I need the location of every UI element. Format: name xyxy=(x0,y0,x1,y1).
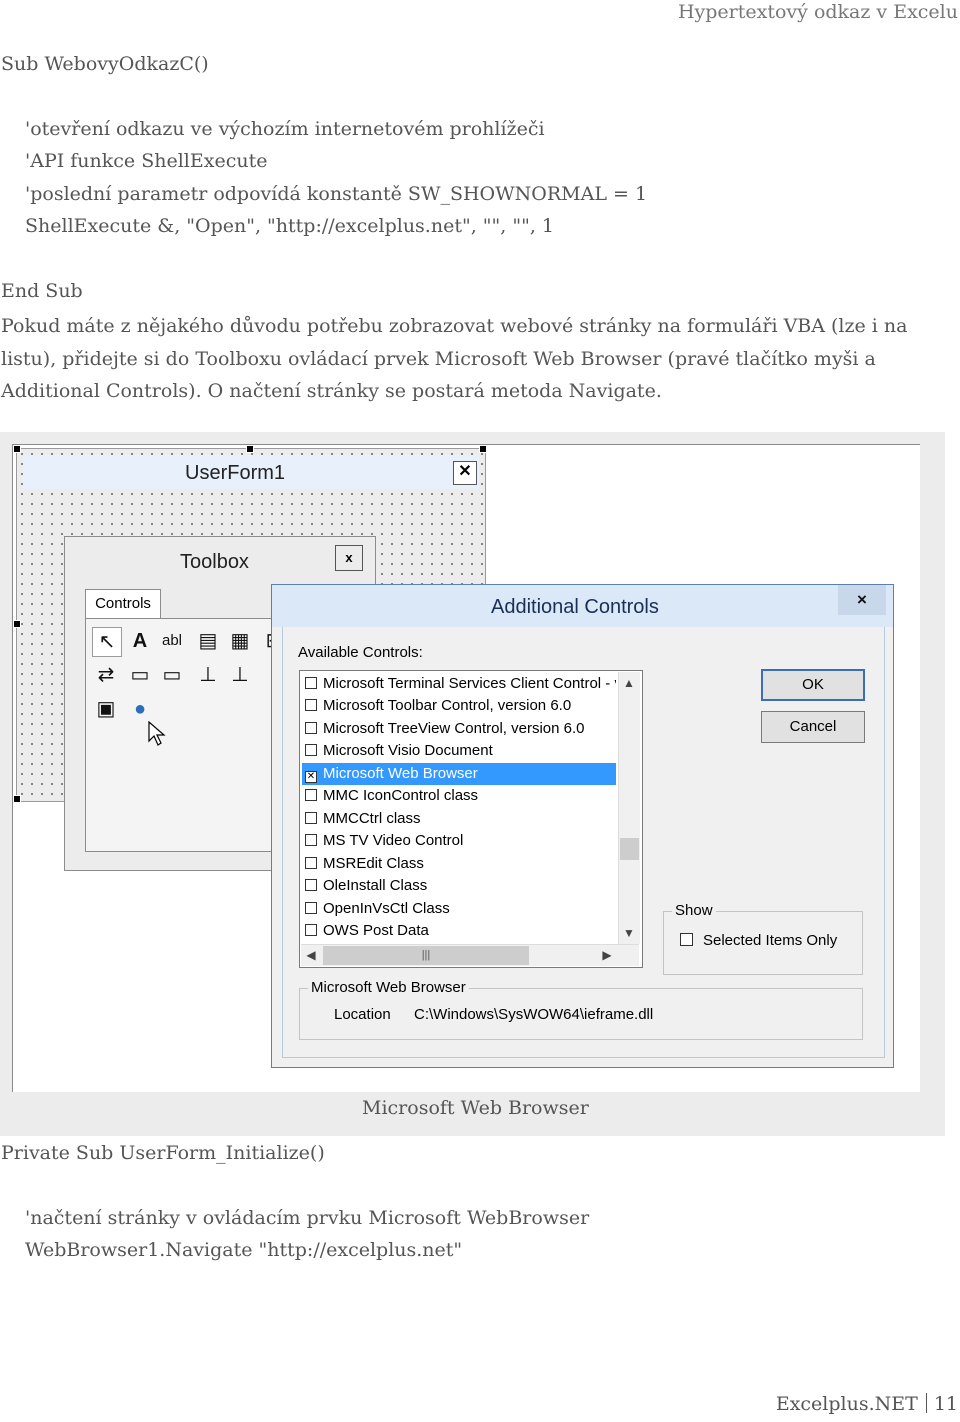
checkbox-checked[interactable]: ✕ xyxy=(305,771,317,783)
checkbox[interactable] xyxy=(305,834,317,846)
vertical-scrollbar[interactable]: ▲ ▼ xyxy=(618,672,640,944)
frame-tool-icon[interactable]: ▭ xyxy=(126,661,154,689)
scroll-thumb[interactable]: ||| xyxy=(323,946,529,965)
list-item[interactable]: Microsoft TreeView Control, version 6.0 xyxy=(302,718,616,740)
scroll-thumb[interactable] xyxy=(620,838,639,860)
list-item[interactable]: OWS Post Data xyxy=(302,920,616,942)
selected-items-only-checkbox[interactable]: Selected Items Only xyxy=(680,932,837,949)
available-controls-label: Available Controls: xyxy=(298,644,423,661)
listbox-tool-icon[interactable]: ▦ xyxy=(226,627,254,655)
page-footer: Excelplus.NET 11 xyxy=(776,1393,958,1415)
list-item-selected[interactable]: ✕ Microsoft Web Browser xyxy=(302,763,616,785)
screenshot-figure: UserForm1 ✕ Toolbox x Controls ↖ A abl ▤… xyxy=(0,432,945,1136)
checkbox[interactable] xyxy=(305,812,317,824)
footer-site: Excelplus.NET xyxy=(775,1393,918,1415)
location-value: C:\Windows\SysWOW64\ieframe.dll xyxy=(414,1006,654,1023)
combobox-tool-icon[interactable]: ▤ xyxy=(194,627,222,655)
list-item[interactable]: OpenInVsCtl Class xyxy=(302,898,616,920)
body-paragraph: Pokud máte z nějakého důvodu potřebu zob… xyxy=(1,315,908,402)
close-icon[interactable]: × xyxy=(838,585,886,615)
list-item[interactable]: MSREdit Class xyxy=(302,853,616,875)
ok-button[interactable]: OK xyxy=(761,669,865,701)
code-line: ShellExecute &, "Open", "http://excelplu… xyxy=(25,215,554,237)
tabstrip-tool-icon[interactable]: ⊥ xyxy=(194,661,222,689)
show-group: Show Selected Items Only xyxy=(663,902,863,975)
checkbox[interactable] xyxy=(305,902,317,914)
show-group-title: Show xyxy=(672,902,716,919)
horizontal-scrollbar[interactable]: ◀ ||| ▶ xyxy=(301,944,639,966)
close-icon[interactable]: ✕ xyxy=(453,461,477,485)
list-item[interactable]: Microsoft Terminal Services Client Contr… xyxy=(302,673,616,695)
code-sub-start: Private Sub UserForm_Initialize() xyxy=(1,1142,325,1164)
commandbutton-tool-icon[interactable]: ▭ xyxy=(158,661,186,689)
code-line: WebBrowser1.Navigate "http://excelplus.n… xyxy=(25,1239,463,1261)
code-line: 'otevření odkazu ve výchozím internetové… xyxy=(25,118,545,140)
header-title: Hypertextový odkaz v Excelu xyxy=(677,1,958,23)
available-controls-list[interactable]: Microsoft Terminal Services Client Contr… xyxy=(299,670,643,968)
scroll-left-icon[interactable]: ◀ xyxy=(301,948,321,962)
checkbox[interactable] xyxy=(305,722,317,734)
list-item[interactable]: OleInstall Class xyxy=(302,875,616,897)
code-sub-end: End Sub xyxy=(1,280,83,302)
vba-editor-screenshot: UserForm1 ✕ Toolbox x Controls ↖ A abl ▤… xyxy=(12,444,920,1092)
dialog-title: Additional Controls xyxy=(491,596,659,618)
dialog-title-bar: Additional Controls × xyxy=(272,585,893,627)
toolbox-title: Toolbox xyxy=(180,551,249,573)
checkbox[interactable] xyxy=(305,677,317,689)
checkbox[interactable] xyxy=(305,879,317,891)
tab-controls[interactable]: Controls xyxy=(85,589,161,620)
code-line: 'poslední parametr odpovídá konstantě SW… xyxy=(25,183,648,205)
mouse-cursor-icon xyxy=(148,721,166,746)
pointer-icon[interactable]: ↖ xyxy=(92,627,122,657)
label-tool-icon[interactable]: A xyxy=(126,627,154,655)
web-browser-tool-icon[interactable]: ● xyxy=(126,695,154,723)
page-number: 11 xyxy=(933,1393,958,1415)
figure-caption: Microsoft Web Browser xyxy=(362,1097,589,1119)
close-icon[interactable]: x xyxy=(335,545,363,571)
checkbox[interactable] xyxy=(305,924,317,936)
checkbox[interactable] xyxy=(305,699,317,711)
control-info-group: Microsoft Web Browser Location C:\Window… xyxy=(299,979,863,1040)
checkbox[interactable] xyxy=(305,857,317,869)
checkbox[interactable] xyxy=(680,933,693,946)
list-item[interactable]: Microsoft Toolbar Control, version 6.0 xyxy=(302,695,616,717)
scroll-right-icon[interactable]: ▶ xyxy=(597,948,617,962)
checkbox[interactable] xyxy=(305,789,317,801)
code-sub-start: Sub WebovyOdkazC() xyxy=(1,53,209,75)
checkbox[interactable] xyxy=(305,744,317,756)
scroll-down-icon[interactable]: ▼ xyxy=(619,926,639,940)
code-line: 'API funkce ShellExecute xyxy=(25,150,268,172)
additional-controls-dialog: Additional Controls × Available Controls… xyxy=(271,584,894,1068)
scroll-up-icon[interactable]: ▲ xyxy=(619,676,639,690)
multipage-tool-icon[interactable]: ⊥ xyxy=(226,661,254,689)
code-line: 'načtení stránky v ovládacím prvku Micro… xyxy=(25,1207,590,1229)
list-item[interactable]: MMCCtrl class xyxy=(302,808,616,830)
list-item[interactable]: Microsoft Visio Document xyxy=(302,740,616,762)
togglebutton-tool-icon[interactable]: ⇄ xyxy=(92,661,120,689)
info-group-title: Microsoft Web Browser xyxy=(308,979,469,996)
userform-title-bar: UserForm1 ✕ xyxy=(23,455,479,489)
location-label: Location xyxy=(334,1006,391,1023)
cancel-button[interactable]: Cancel xyxy=(761,711,865,743)
list-item[interactable]: MMC IconControl class xyxy=(302,785,616,807)
list-item[interactable]: MS TV Video Control xyxy=(302,830,616,852)
userform-title: UserForm1 xyxy=(185,462,286,484)
textbox-tool-icon[interactable]: abl xyxy=(158,627,186,655)
image-tool-icon[interactable]: ▣ xyxy=(92,695,120,723)
